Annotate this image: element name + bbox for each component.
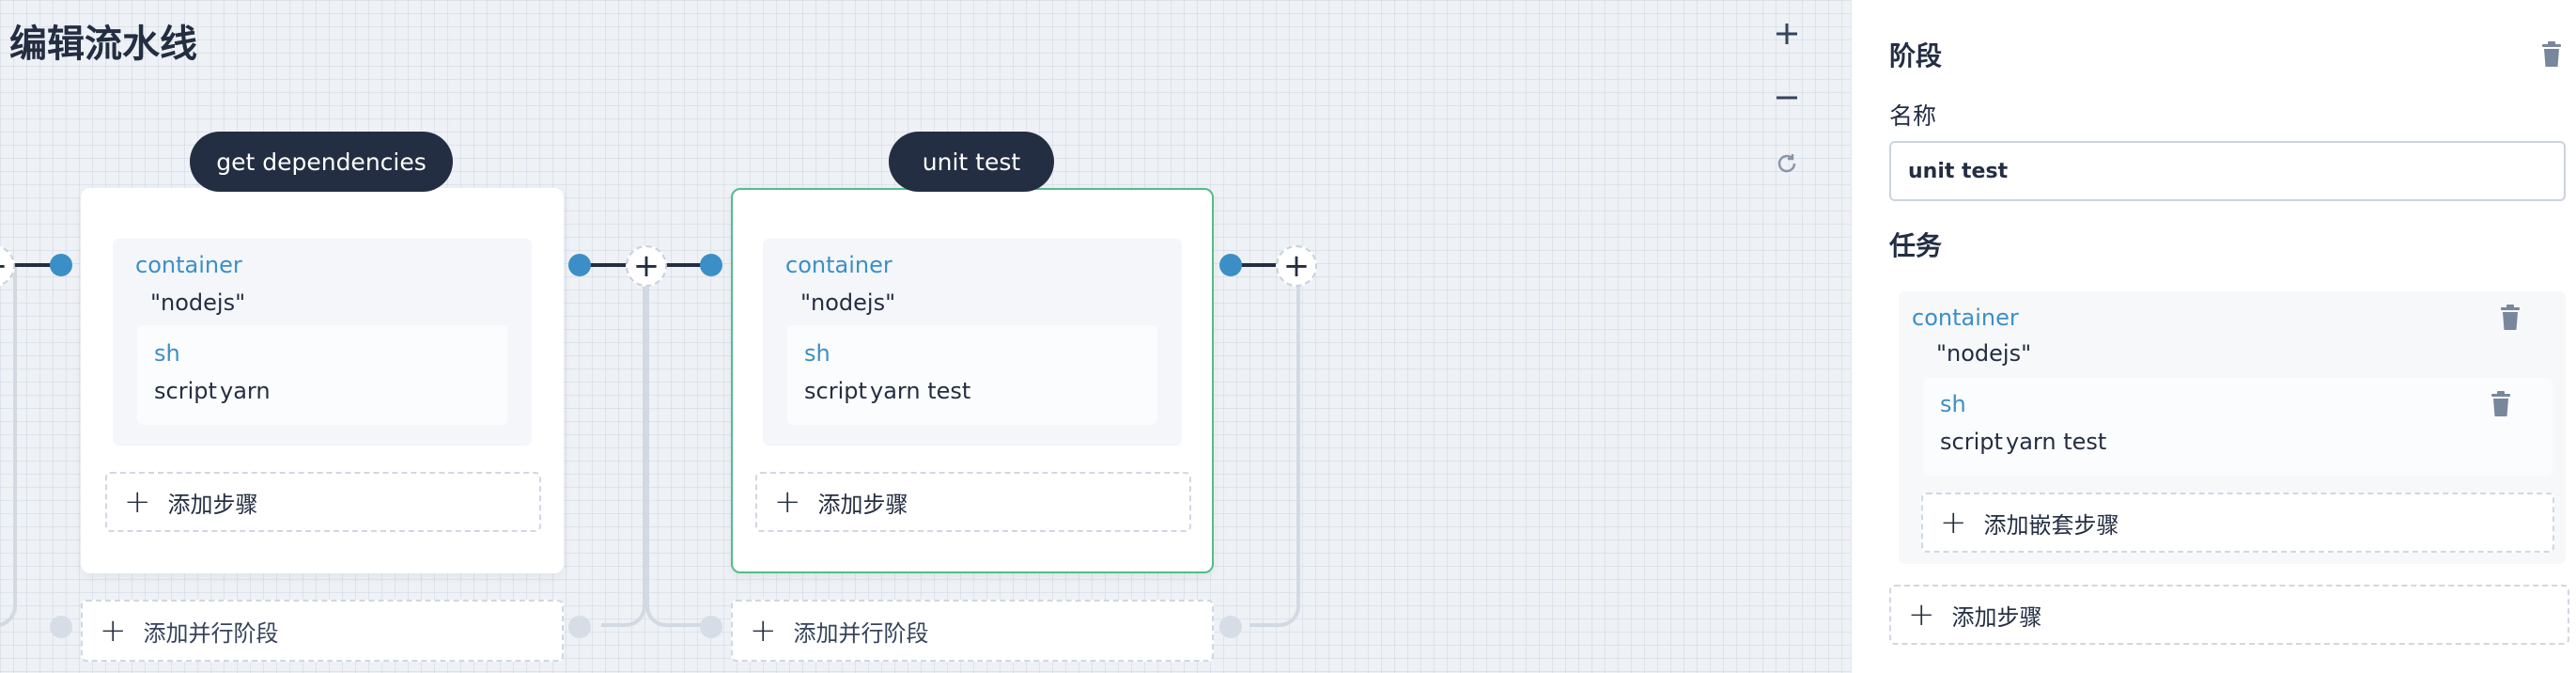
add-parallel-stage-button[interactable]: + 添加并行阶段 [81,600,564,662]
plus-icon: + [774,483,801,521]
nested-step-arg-key: script [154,378,217,404]
tasks-heading: 任务 [1889,230,1943,261]
step-argument: "nodejs" [800,290,896,316]
stage-detail-panel: 阶段 名称 任务 container "nodejs" sh script ya… [1851,0,2576,673]
name-label: 名称 [1889,102,1937,130]
parallel-dot [568,616,591,638]
plus-icon: + [124,483,151,521]
step-title: container [135,252,242,278]
stage-card[interactable]: container "nodejs" sh script yarn + 添加步骤 [81,188,564,573]
nested-step-arg-key: script [804,378,867,404]
task-argument: "nodejs" [1936,340,2032,367]
stage-name-input[interactable] [1889,141,2566,201]
zoom-in-button[interactable] [1766,13,1808,55]
task-container[interactable]: container "nodejs" sh script yarn test +… [1899,291,2566,564]
zoom-out-button[interactable] [1766,77,1808,118]
stage-card-selected[interactable]: container "nodejs" sh script yarn test +… [731,188,1214,573]
step-title: container [785,252,892,278]
nested-step-title: sh [154,340,180,367]
pipeline-canvas[interactable]: 编辑流水线 + + + get dependencies container "… [0,0,1851,673]
connector-dot [700,254,722,276]
add-step-button[interactable]: + 添加步骤 [755,472,1191,532]
trash-icon[interactable] [2491,391,2511,417]
nested-step-arg-value: yarn [220,378,271,404]
task-title: container [1912,305,2019,331]
connector-dot [568,254,591,276]
add-parallel-stage-button[interactable]: + 添加并行阶段 [731,600,1214,662]
refresh-icon [1777,154,1796,173]
nested-task[interactable]: sh script yarn test [1923,378,2553,476]
parallel-dot [50,616,72,638]
nested-step-arg-value: yarn test [870,378,971,404]
reset-zoom-button[interactable] [1766,143,1808,184]
plus-icon: + [750,612,777,650]
nested-step[interactable]: sh script yarn [137,325,507,425]
nested-step[interactable]: sh script yarn test [787,325,1157,425]
stage-heading: 阶段 [1889,40,1943,71]
trash-icon[interactable] [2500,305,2521,331]
step-container[interactable]: container "nodejs" sh script yarn [113,239,532,446]
stage-name-badge[interactable]: get dependencies [190,132,453,192]
add-step-button[interactable]: + 添加步骤 [1889,585,2569,645]
parallel-dot [700,616,722,638]
stage-name-badge[interactable]: unit test [889,132,1054,192]
trash-icon[interactable] [2541,41,2562,68]
page-title: 编辑流水线 [9,23,197,66]
nested-task-arg-key: script [1940,429,2003,455]
step-argument: "nodejs" [150,290,246,316]
parallel-connector [601,266,646,627]
plus-icon [1777,23,1797,44]
add-stage-node[interactable]: + [626,245,667,287]
connector-dot [50,254,72,276]
parallel-connector [0,266,17,627]
step-container[interactable]: container "nodejs" sh script yarn test [763,239,1182,446]
nested-step-title: sh [804,340,830,367]
plus-icon: + [1908,596,1935,634]
add-stage-node[interactable]: + [1276,245,1317,287]
parallel-connector [645,266,717,627]
add-nested-step-button[interactable]: + 添加嵌套步骤 [1921,493,2554,553]
parallel-connector [1249,266,1300,627]
connector-dot [1219,254,1242,276]
nested-task-arg-value: yarn test [2006,429,2107,455]
minus-icon [1777,96,1797,100]
add-step-button[interactable]: + 添加步骤 [105,472,541,532]
nested-task-title: sh [1940,391,1966,417]
plus-icon: + [1940,504,1967,541]
plus-icon: + [100,612,127,650]
parallel-dot [1219,616,1242,638]
